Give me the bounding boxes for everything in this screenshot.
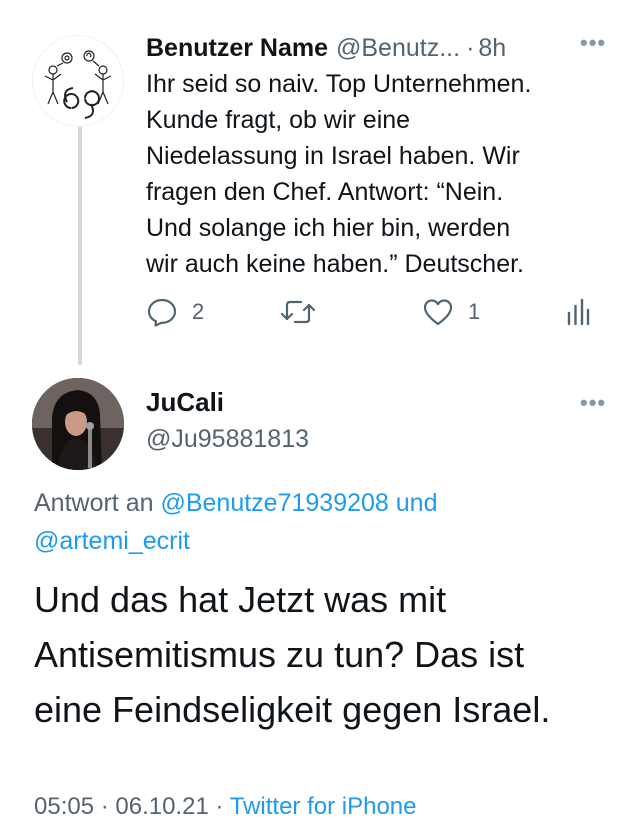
tweet-text-line: eine Feindseligkeit gegen Israel. bbox=[34, 689, 551, 730]
display-name[interactable]: JuCali bbox=[146, 387, 224, 418]
main-tweet-text: Und das hat Jetzt was mit Antisemitismus… bbox=[34, 572, 624, 737]
display-name[interactable]: Benutzer Name bbox=[146, 34, 328, 63]
retweet-icon bbox=[280, 300, 316, 324]
heart-icon bbox=[423, 299, 453, 326]
reply-count: 2 bbox=[192, 299, 205, 324]
like-count: 1 bbox=[468, 299, 481, 324]
user-handle[interactable]: @Ju95881813 bbox=[146, 425, 309, 454]
separator: · bbox=[215, 793, 224, 820]
thread-connector-line bbox=[78, 122, 82, 365]
reply-button[interactable]: 2 bbox=[146, 292, 204, 332]
tweet-text-line: Kunde fragt, ob wir eine bbox=[146, 106, 411, 134]
reply-bubble-icon bbox=[147, 298, 177, 327]
reply-context: Antwort an @Benutze71939208 und @artemi_… bbox=[34, 484, 594, 560]
tweet-date: 06.10.21 bbox=[115, 793, 209, 820]
reply-prefix: Antwort an bbox=[34, 489, 154, 517]
more-options-icon[interactable]: ••• bbox=[580, 390, 606, 416]
tweet-text-line: Und solange ich hier bin, werden bbox=[146, 214, 511, 242]
retweet-button[interactable] bbox=[280, 292, 316, 332]
tweet-text-line: wir auch keine haben.” Deutscher. bbox=[146, 250, 524, 278]
source-client-link[interactable]: Twitter for iPhone bbox=[230, 793, 417, 820]
profile-photo-icon bbox=[32, 378, 124, 470]
like-button[interactable]: 1 bbox=[422, 292, 480, 332]
more-options-icon[interactable]: ••• bbox=[580, 30, 606, 56]
tweet-text-line: Ihr seid so naiv. Top Unternehmen. bbox=[146, 70, 532, 98]
tweet-text-line: Und das hat Jetzt was mit bbox=[34, 579, 447, 620]
separator: · bbox=[100, 793, 109, 820]
analytics-button[interactable] bbox=[566, 292, 590, 332]
tweet-timestamp[interactable]: 8h bbox=[478, 34, 506, 63]
tweet-text-line: Antisemitismus zu tun? Das ist bbox=[34, 634, 525, 675]
tweet-text-line: Niedelassung in Israel haben. Wir bbox=[146, 142, 520, 170]
tweet-text-line: fragen den Chef. Antwort: “Nein. bbox=[146, 178, 504, 206]
parent-tweet-text: Ihr seid so naiv. Top Unternehmen. Kunde… bbox=[146, 66, 616, 282]
analytics-bars-icon bbox=[567, 298, 590, 326]
separator: · bbox=[466, 33, 475, 62]
user-handle[interactable]: @Benutz... bbox=[336, 34, 460, 63]
tweet-metadata: 05:05 · 06.10.21 · Twitter for iPhone bbox=[34, 793, 416, 821]
avatar[interactable] bbox=[32, 35, 124, 127]
tweet-time: 05:05 bbox=[34, 793, 95, 820]
tweet-action-bar: 2 1 bbox=[146, 292, 596, 332]
parent-tweet-header: Benutzer Name @Benutz... · 8h bbox=[146, 30, 616, 66]
mention-link[interactable]: @artemi_ecrit bbox=[34, 527, 190, 555]
avatar[interactable] bbox=[32, 378, 124, 470]
mention-link[interactable]: @Benutze71939208 bbox=[160, 489, 388, 517]
reply-connector[interactable]: und bbox=[396, 489, 438, 517]
cartoon-avatar-icon bbox=[44, 50, 112, 119]
